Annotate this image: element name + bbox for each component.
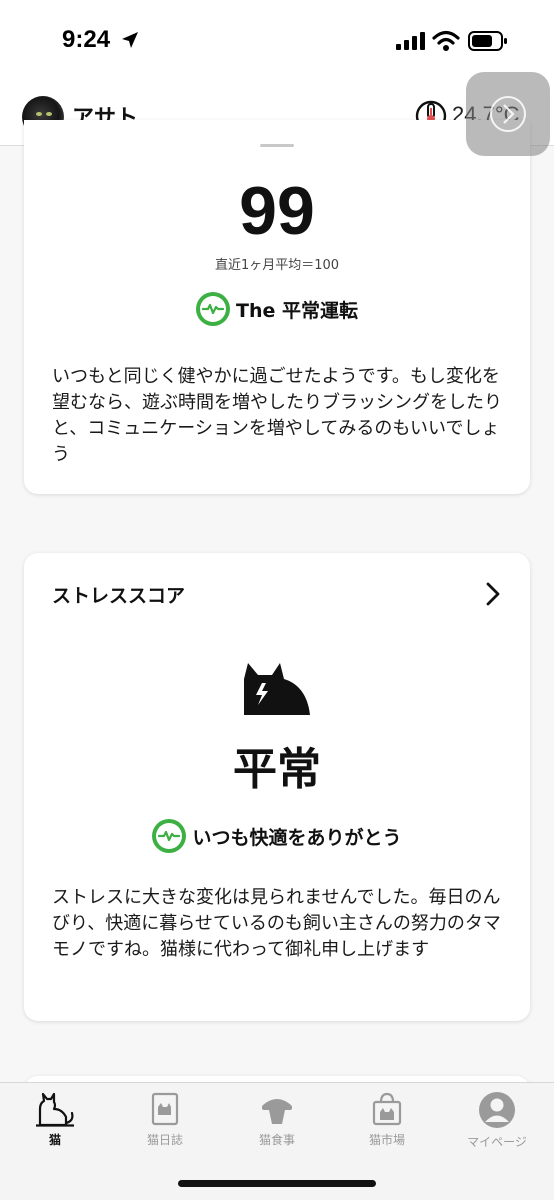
stress-card-title: ストレススコア [52,585,186,607]
card-handle [260,144,294,147]
score-average: 直近1ヶ月平均＝100 [214,258,340,273]
score-status-label: The 平常運転 [236,299,358,322]
circle-chevron-icon [490,96,526,132]
food-bowl-icon [262,1099,292,1124]
tab-market[interactable]: 猫市場 [332,1091,442,1157]
profile-icon [479,1092,515,1128]
stress-score-card[interactable]: ストレススコア 平常 いつも快適をありがとう ストレスに大きな変化は見られません… [24,553,530,1021]
shopping-bag-icon [372,1092,402,1126]
diary-icon [151,1092,179,1126]
heartbeat-icon [152,819,187,853]
tab-label: 猫食事 [258,1133,295,1147]
tab-label: マイページ [467,1135,527,1149]
cellular-signal-icon [396,32,425,50]
status-bar: 9:24 [0,0,554,84]
tab-label: 猫市場 [368,1133,405,1147]
score-description: いつもと同じく健やかに過ごせたようです。もし変化を望むなら、遊ぶ時間を増やしたり… [52,366,502,465]
location-arrow-icon [122,32,138,48]
stress-description: ストレスに大きな変化は見られませんでした。毎日のんびり、快適に暮らせているのも飼… [52,887,501,960]
wifi-icon [432,30,460,51]
status-time: 9:24 [62,26,111,53]
stress-status-row: いつも快適をありがとう [24,819,530,853]
heartbeat-icon [196,292,230,326]
battery-icon [468,31,507,51]
cat-icon [36,1092,74,1127]
home-indicator[interactable] [178,1180,376,1187]
stress-status-label: いつも快適をありがとう [192,826,402,849]
tab-food[interactable]: 猫食事 [222,1091,332,1157]
stress-cat-icon [244,663,310,715]
tab-cat[interactable]: 猫 [0,1091,110,1157]
tab-mypage[interactable]: マイページ [442,1091,552,1157]
score-value: 99 [239,173,315,249]
tab-label: 猫日誌 [146,1133,183,1147]
assistive-touch-button[interactable] [466,72,550,156]
chevron-right-icon[interactable] [484,581,502,607]
score-card: 99 直近1ヶ月平均＝100 The 平常運転 いつもと同じく健やかに過ごせたよ… [24,120,530,494]
stress-level: 平常 [233,744,321,795]
tab-diary[interactable]: 猫日誌 [110,1091,220,1157]
score-status-row: The 平常運転 [24,292,530,326]
tab-label: 猫 [48,1133,61,1147]
